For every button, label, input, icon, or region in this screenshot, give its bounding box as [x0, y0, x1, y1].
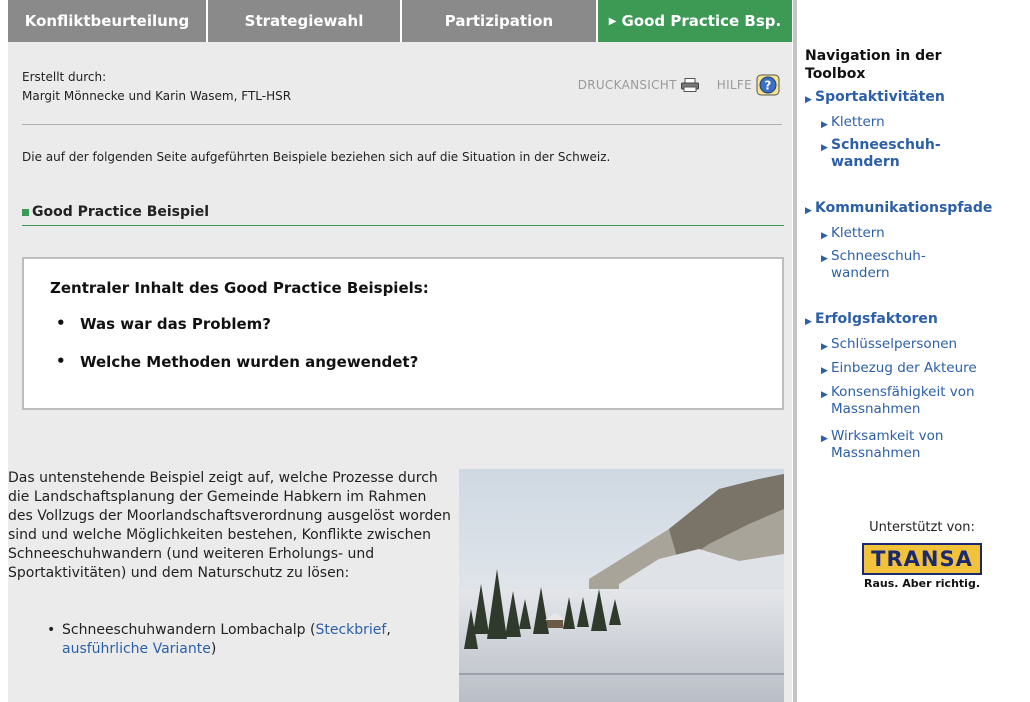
tab-label: Konfliktbeurteilung	[24, 12, 190, 30]
nav-label: Kommunikationspfade	[815, 200, 993, 216]
tab-bar: Konfliktbeurteilung Strategiewahl Partiz…	[8, 0, 792, 42]
tab-label: Good Practice Bsp.	[621, 12, 782, 30]
nav-label: Klettern	[831, 225, 885, 241]
nav-label: Einbezug der Akteure	[831, 360, 977, 376]
triangle-right-icon: ▶	[821, 231, 828, 241]
nav-kommunikationspfade[interactable]: ▶ Kommunikationspfade	[805, 200, 992, 220]
bullet-icon: •	[56, 352, 66, 370]
triangle-right-icon: ▶	[821, 366, 828, 376]
tab-good-practice[interactable]: ▶ Good Practice Bsp.	[598, 0, 792, 42]
tab-strategiewahl[interactable]: Strategiewahl	[208, 0, 402, 42]
ausfuehrliche-variante-link[interactable]: ausführliche Variante	[62, 641, 211, 657]
sidebar-navigation: Navigation in der Toolbox ▶ Sportaktivitä…	[805, 0, 1030, 702]
logo-text: TRANSA	[871, 547, 973, 571]
nav-label: Schlüsselpersonen	[831, 336, 958, 352]
nav-wirksamkeit[interactable]: ▶ Wirksamkeit von Massnahmen	[821, 428, 1021, 462]
section-divider	[22, 225, 784, 226]
help-link[interactable]: HILFE	[717, 78, 752, 92]
landscape-photo	[459, 469, 784, 702]
transa-logo[interactable]: TRANSA	[862, 543, 982, 575]
summary-list-text: Was war das Problem?	[80, 315, 271, 333]
created-by-names: Margit Mönnecke und Karin Wasem, FTL-HSR	[22, 89, 292, 103]
nav-konsensfaehigkeit[interactable]: ▶ Konsensfähigkeit von Massnahmen	[821, 384, 1021, 418]
triangle-right-icon: ▶	[805, 317, 812, 327]
example-list: • Schneeschuhwandern Lombachalp (Steckbri…	[47, 621, 442, 659]
divider	[22, 124, 782, 125]
body-paragraph: Das untenstehende Beispiel zeigt auf, we…	[8, 469, 453, 583]
nav-einbezug[interactable]: ▶ Einbezug der Akteure	[821, 360, 977, 380]
tab-konfliktbeurteilung[interactable]: Konfliktbeurteilung	[8, 0, 208, 42]
vertical-divider	[793, 0, 797, 702]
svg-text:?: ?	[764, 79, 771, 93]
intro-text: Die auf der folgenden Seite aufgeführten…	[22, 150, 611, 164]
nav-label: Sportaktivitäten	[815, 89, 945, 105]
triangle-right-icon: ▶	[821, 120, 828, 130]
sponsor-block: Unterstützt von: TRANSA Raus. Aber richt…	[858, 520, 986, 590]
nav-label: Konsensfähigkeit von Massnahmen	[831, 384, 975, 417]
sponsor-label: Unterstützt von:	[869, 520, 975, 535]
example-list-item: • Schneeschuhwandern Lombachalp (Steckbri…	[47, 621, 442, 659]
triangle-right-icon: ▶	[608, 15, 617, 27]
triangle-right-icon: ▶	[821, 434, 828, 444]
sponsor-slogan: Raus. Aber richtig.	[863, 577, 980, 590]
nav-label: Erfolgsfaktoren	[815, 311, 938, 327]
green-square-icon	[22, 208, 29, 216]
nav-title: Navigation in der Toolbox	[805, 48, 942, 82]
nav-label: Schneeschuh-wandern	[831, 248, 926, 281]
tab-label: Strategiewahl	[244, 12, 364, 30]
content-area: Konfliktbeurteilung Strategiewahl Partiz…	[8, 0, 792, 702]
triangle-right-icon: ▶	[821, 254, 828, 264]
triangle-right-icon: ▶	[821, 342, 828, 352]
created-by-label: Erstellt durch:	[22, 70, 107, 84]
nav-erfolgsfaktoren[interactable]: ▶ Erfolgsfaktoren	[805, 311, 938, 331]
nav-komm-klettern[interactable]: ▶ Klettern	[821, 225, 885, 245]
example-item-suffix: )	[210, 641, 217, 657]
triangle-right-icon: ▶	[805, 95, 812, 105]
nav-sportaktivitaeten[interactable]: ▶ Sportaktivitäten	[805, 89, 945, 109]
summary-list-text: Welche Methoden wurden angewendet?	[80, 353, 419, 371]
tab-label: Partizipation	[444, 12, 554, 30]
tab-partizipation[interactable]: Partizipation	[402, 0, 598, 42]
example-item-prefix: Schneeschuhwandern Lombachalp (	[62, 622, 316, 638]
triangle-right-icon: ▶	[821, 143, 828, 153]
steckbrief-link[interactable]: Steckbrief	[315, 622, 386, 638]
nav-label: Schneeschuh-wandern	[831, 137, 941, 170]
nav-komm-schneeschuhwandern[interactable]: ▶ Schneeschuh-wandern	[821, 248, 961, 282]
section-heading: Good Practice Beispiel	[22, 204, 209, 220]
body-paragraph-text: Das untenstehende Beispiel zeigt auf, we…	[8, 470, 451, 581]
triangle-right-icon: ▶	[805, 206, 812, 216]
nav-label: Klettern	[831, 114, 885, 130]
nav-schluesselpersonen[interactable]: ▶ Schlüsselpersonen	[821, 336, 957, 356]
triangle-right-icon: ▶	[821, 390, 828, 400]
nav-label: Wirksamkeit von Massnahmen	[831, 428, 944, 461]
nav-sport-schneeschuhwandern[interactable]: ▶ Schneeschuh-wandern	[821, 137, 961, 171]
toolbar: DRUCKANSICHT HILFE ?	[578, 74, 780, 96]
example-item-comma: ,	[386, 622, 391, 638]
bullet-icon: •	[56, 314, 66, 332]
nav-sport-klettern[interactable]: ▶ Klettern	[821, 114, 885, 134]
printer-icon[interactable]	[680, 78, 699, 92]
bullet-icon: •	[47, 622, 56, 638]
section-title: Good Practice Beispiel	[32, 204, 210, 220]
summary-box-title: Zentraler Inhalt des Good Practice Beisp…	[50, 279, 429, 297]
print-view-link[interactable]: DRUCKANSICHT	[578, 78, 677, 92]
help-icon[interactable]: ?	[756, 74, 780, 96]
summary-box: Zentraler Inhalt des Good Practice Beisp…	[22, 257, 784, 410]
